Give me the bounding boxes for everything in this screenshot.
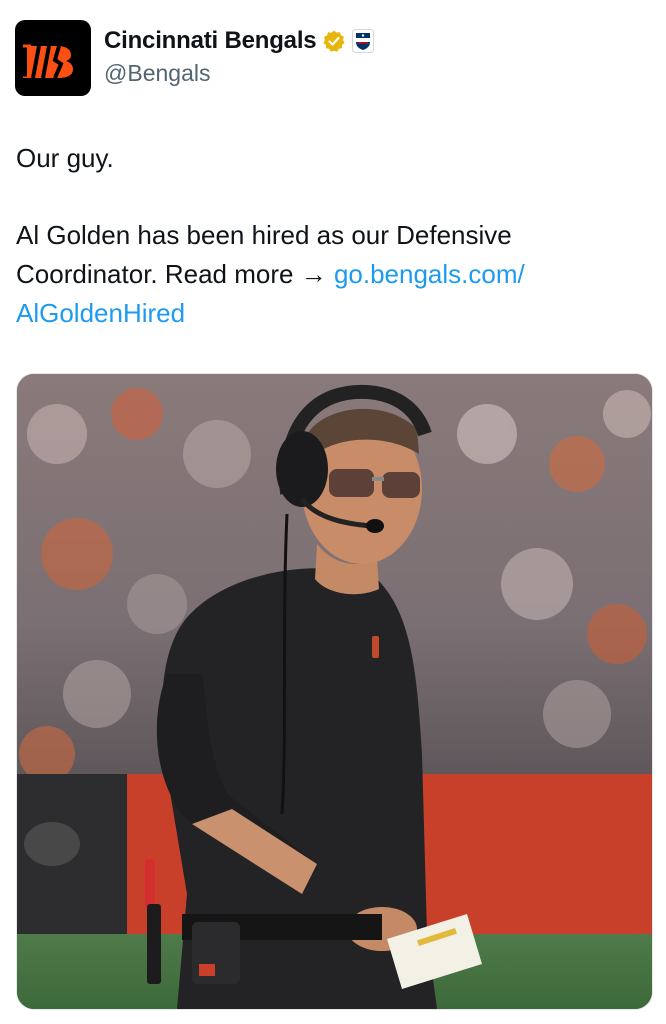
avatar[interactable] (15, 20, 91, 96)
tweet-card[interactable]: Cincinnati Bengals @Bengals Our guy. Al … (0, 0, 666, 1024)
verified-badge-icon[interactable] (322, 29, 346, 53)
tweet-body: Al Golden has been hired as our Defensiv… (16, 216, 646, 333)
account-handle[interactable]: @Bengals (104, 60, 210, 87)
coach-photo-image (17, 374, 652, 1009)
display-name-row: Cincinnati Bengals (104, 27, 375, 55)
bengals-logo-icon (23, 44, 73, 78)
tweet-text-line: Our guy. (16, 143, 114, 173)
tweet-photo[interactable] (16, 373, 653, 1010)
display-name[interactable]: Cincinnati Bengals (104, 27, 317, 55)
nfl-shield-icon[interactable] (352, 29, 375, 53)
